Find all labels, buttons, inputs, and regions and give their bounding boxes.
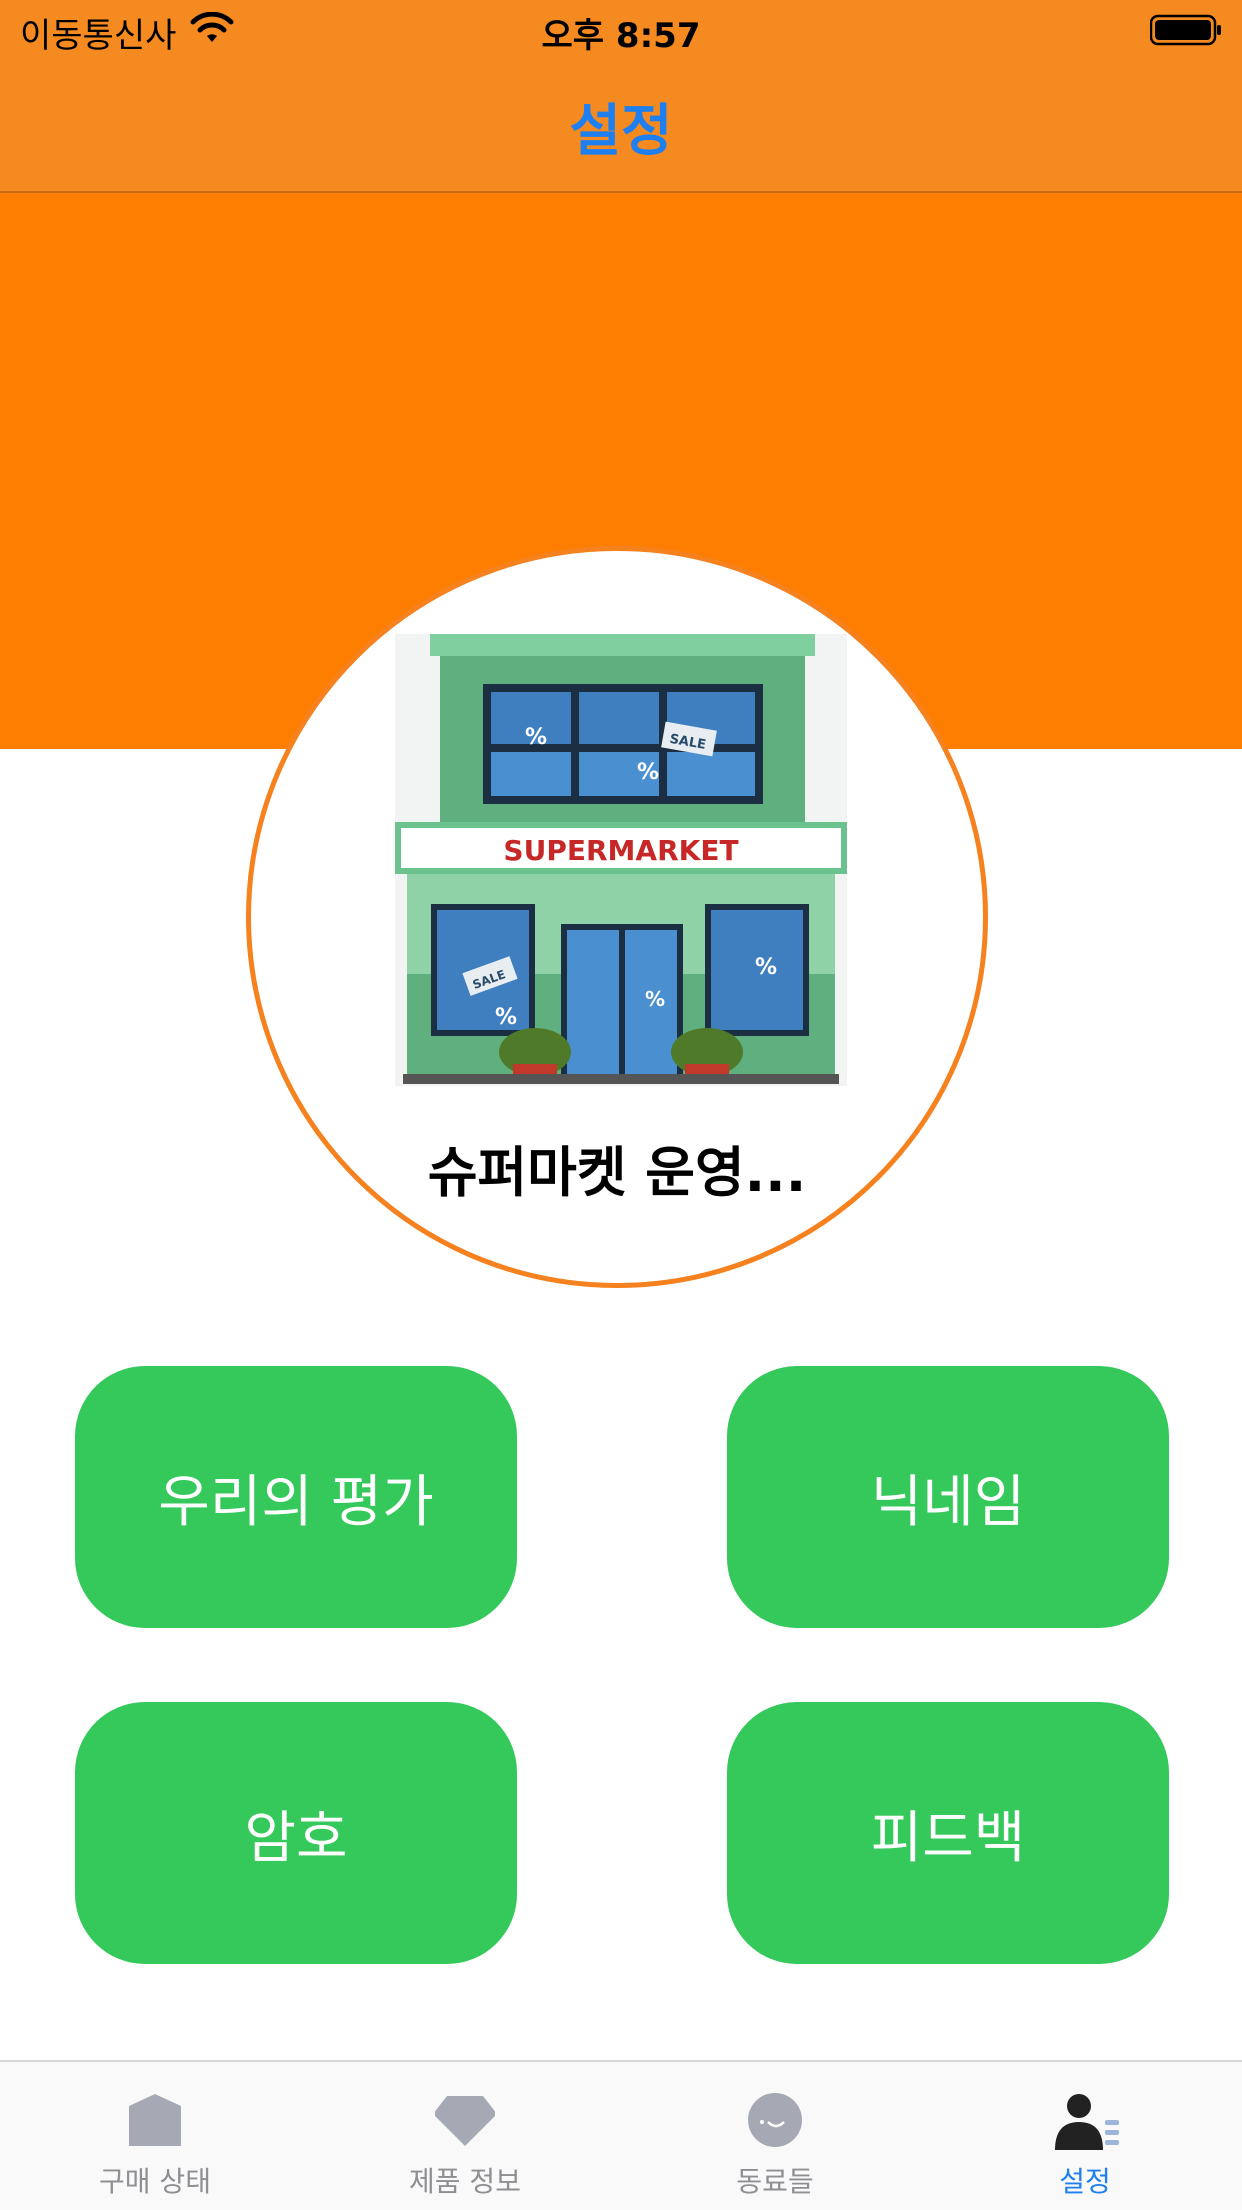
battery-icon [1149, 14, 1222, 50]
diamond-icon [433, 2092, 497, 2148]
svg-text:SUPERMARKET: SUPERMARKET [503, 834, 738, 867]
svg-text:%: % [637, 760, 659, 785]
person-list-icon [1055, 2092, 1119, 2150]
tab-label: 구매 상태 [99, 2165, 211, 2198]
tab-product-info[interactable]: 제품 정보 [310, 2062, 620, 2210]
tab-colleagues[interactable]: 동료들 [620, 2062, 930, 2210]
house-icon [125, 2092, 185, 2148]
tab-bar: 구매 상태 제품 정보 동료들 설정 [0, 2060, 1242, 2210]
rating-button[interactable]: 우리의 평가 [75, 1366, 517, 1628]
nickname-button[interactable]: 닉네임 [727, 1366, 1169, 1628]
status-bar: 이동통신사 오후 8:57 [0, 0, 1242, 60]
store-name: 슈퍼마켓 운영... [427, 1141, 807, 1204]
page-title: 설정 [569, 99, 673, 164]
tab-label: 동료들 [736, 2165, 814, 2198]
face-icon [745, 2092, 805, 2148]
tab-label: 제품 정보 [409, 2165, 521, 2198]
feedback-button[interactable]: 피드백 [727, 1702, 1169, 1964]
clock: 오후 8:57 [541, 16, 701, 56]
tab-label: 설정 [1059, 2165, 1111, 2198]
svg-text:%: % [495, 1005, 517, 1030]
svg-text:%: % [755, 955, 777, 980]
tab-purchase-status[interactable]: 구매 상태 [0, 2062, 310, 2210]
svg-text:%: % [525, 725, 547, 750]
navigation-bar: 설정 [0, 60, 1242, 193]
password-button[interactable]: 암호 [75, 1702, 517, 1964]
tab-settings[interactable]: 설정 [930, 2062, 1240, 2210]
svg-text:%: % [645, 987, 665, 1011]
store-image: % % SALE SUPERMARKET % % % SALE [395, 634, 847, 1086]
